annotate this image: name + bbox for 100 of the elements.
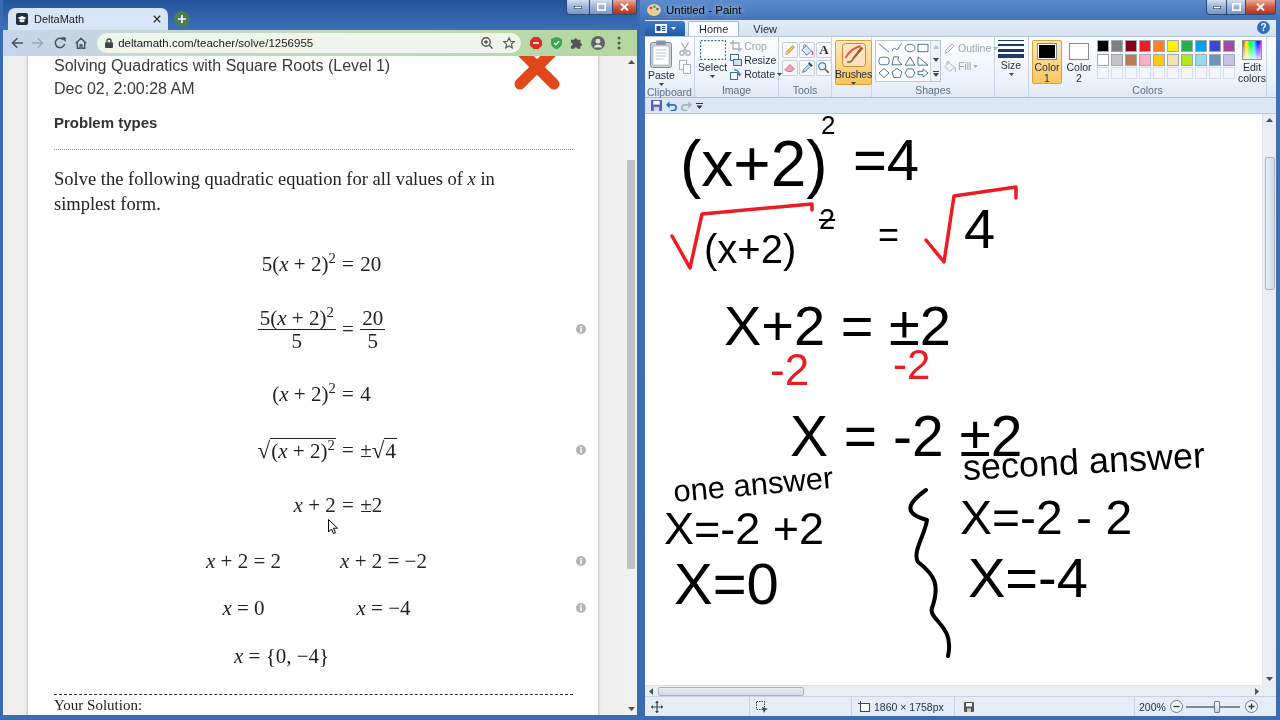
color-swatch[interactable] bbox=[1209, 53, 1221, 66]
pencil-icon[interactable] bbox=[782, 42, 798, 58]
eraser-icon[interactable] bbox=[782, 60, 798, 76]
close-button[interactable] bbox=[613, 0, 637, 15]
color-swatch[interactable] bbox=[1195, 40, 1207, 52]
help-button[interactable]: ? bbox=[1257, 21, 1270, 34]
ribbon-tab[interactable]: Home bbox=[688, 21, 740, 36]
new-tab-button[interactable] bbox=[174, 11, 190, 27]
maximize-button[interactable] bbox=[590, 0, 613, 15]
color-swatch[interactable] bbox=[1153, 40, 1165, 52]
empty-color-slot[interactable] bbox=[1167, 67, 1179, 79]
diamond-shape-icon[interactable] bbox=[877, 68, 890, 79]
browser-tab[interactable]: DeltaMath bbox=[8, 8, 168, 30]
color-swatch[interactable] bbox=[1139, 40, 1151, 52]
info-icon[interactable] bbox=[576, 602, 586, 613]
expand-gallery-icon[interactable] bbox=[932, 70, 939, 77]
resize-button[interactable]: Resize bbox=[730, 54, 783, 66]
info-icon[interactable] bbox=[576, 444, 586, 455]
close-button[interactable] bbox=[1246, 0, 1276, 15]
reload-icon[interactable] bbox=[53, 37, 66, 49]
empty-color-slot[interactable] bbox=[1195, 67, 1207, 79]
color-swatch[interactable] bbox=[1181, 53, 1193, 66]
color-swatch[interactable] bbox=[1139, 53, 1151, 66]
zoom-in-icon[interactable] bbox=[1244, 700, 1258, 713]
color-swatch[interactable] bbox=[1097, 53, 1109, 66]
empty-color-slot[interactable] bbox=[1097, 67, 1109, 79]
save-icon[interactable] bbox=[651, 100, 662, 111]
scrollbar-thumb[interactable] bbox=[658, 686, 804, 696]
zoom-out-icon[interactable] bbox=[1169, 700, 1183, 713]
oval-shape-icon[interactable] bbox=[903, 43, 916, 53]
pentagon-shape-icon[interactable] bbox=[890, 68, 903, 79]
customize-caret-icon[interactable] bbox=[696, 102, 703, 109]
curve-shape-icon[interactable] bbox=[890, 43, 903, 53]
puzzle-icon[interactable] bbox=[571, 37, 583, 49]
color-swatch[interactable] bbox=[1097, 40, 1109, 52]
right-triangle-shape-icon[interactable] bbox=[916, 55, 929, 66]
back-icon[interactable] bbox=[11, 37, 23, 49]
color-swatch[interactable] bbox=[1223, 53, 1235, 66]
eyedropper-icon[interactable] bbox=[799, 60, 815, 76]
color-swatch[interactable] bbox=[1209, 40, 1221, 52]
color-swatch[interactable] bbox=[1125, 53, 1137, 66]
color-slot-button[interactable]: Color 1 bbox=[1032, 40, 1062, 84]
scrollbar-thumb[interactable] bbox=[1264, 157, 1275, 290]
scroll-up-icon[interactable] bbox=[627, 60, 635, 64]
avatar-icon[interactable] bbox=[591, 36, 606, 50]
color-swatch[interactable] bbox=[1153, 53, 1165, 66]
address-bar[interactable]: deltamath.com/teacher/solve/1256955 bbox=[97, 33, 522, 53]
rotate-button[interactable]: Rotate bbox=[730, 68, 783, 80]
color-swatch[interactable] bbox=[1111, 40, 1123, 52]
empty-color-slot[interactable] bbox=[1209, 67, 1221, 79]
info-icon[interactable] bbox=[576, 555, 586, 566]
scroll-down-icon[interactable] bbox=[1266, 677, 1273, 681]
color-swatch[interactable] bbox=[1111, 53, 1123, 66]
color-slot-button[interactable]: Color 2 bbox=[1064, 40, 1094, 84]
magnifier-icon[interactable] bbox=[816, 60, 832, 76]
empty-color-slot[interactable] bbox=[1139, 67, 1151, 79]
paint-bucket-icon[interactable] bbox=[799, 42, 815, 58]
star-icon[interactable] bbox=[503, 37, 516, 49]
right-arrow-shape-icon[interactable] bbox=[916, 68, 929, 79]
empty-color-slot[interactable] bbox=[1153, 67, 1165, 79]
scroll-left-icon[interactable] bbox=[649, 687, 653, 695]
maximize-button[interactable] bbox=[1227, 0, 1246, 15]
color-swatch[interactable] bbox=[1167, 40, 1179, 52]
minimize-button[interactable] bbox=[566, 0, 590, 15]
text-tool-button[interactable]: A bbox=[816, 42, 832, 58]
file-menu-button[interactable] bbox=[645, 21, 685, 36]
shield-icon[interactable] bbox=[551, 37, 563, 49]
home-icon[interactable] bbox=[74, 37, 87, 49]
color-swatch[interactable] bbox=[1181, 40, 1193, 52]
line-shape-icon[interactable] bbox=[877, 43, 890, 53]
color-swatch[interactable] bbox=[1195, 53, 1207, 66]
edit-colors-button[interactable]: Edit colors bbox=[1238, 40, 1266, 84]
scroll-down-icon[interactable] bbox=[627, 707, 635, 711]
stop-sign-icon[interactable] bbox=[530, 37, 543, 49]
hexagon-shape-icon[interactable] bbox=[903, 68, 916, 79]
scroll-down-icon[interactable] bbox=[932, 58, 939, 62]
size-button[interactable]: Size bbox=[998, 40, 1024, 76]
color-swatch[interactable] bbox=[1167, 53, 1179, 66]
kebab-menu-icon[interactable] bbox=[617, 36, 622, 50]
select-button[interactable]: Select bbox=[698, 40, 728, 78]
zoom-slider-thumb[interactable] bbox=[1213, 700, 1220, 713]
empty-color-slot[interactable] bbox=[1111, 67, 1123, 79]
polygon-shape-icon[interactable] bbox=[890, 55, 903, 66]
scrollbar-thumb[interactable] bbox=[627, 160, 635, 569]
minimize-button[interactable] bbox=[1206, 0, 1227, 15]
triangle-shape-icon[interactable] bbox=[903, 55, 916, 66]
color-swatch[interactable] bbox=[1223, 40, 1235, 52]
paste-button[interactable]: Paste bbox=[648, 40, 675, 86]
scroll-up-icon[interactable] bbox=[1266, 118, 1273, 122]
rounded-rectangle-shape-icon[interactable] bbox=[877, 55, 890, 66]
color-swatch[interactable] bbox=[1125, 40, 1137, 52]
info-icon[interactable] bbox=[576, 324, 586, 334]
close-icon[interactable] bbox=[153, 15, 161, 23]
empty-color-slot[interactable] bbox=[1223, 67, 1235, 79]
scroll-right-icon[interactable] bbox=[1255, 687, 1259, 695]
undo-icon[interactable] bbox=[666, 100, 677, 111]
brushes-button[interactable]: Brushes bbox=[835, 40, 872, 85]
zoom-in-icon[interactable] bbox=[481, 37, 494, 49]
zoom-slider-track[interactable] bbox=[1185, 700, 1240, 713]
rectangle-shape-icon[interactable] bbox=[916, 43, 929, 53]
